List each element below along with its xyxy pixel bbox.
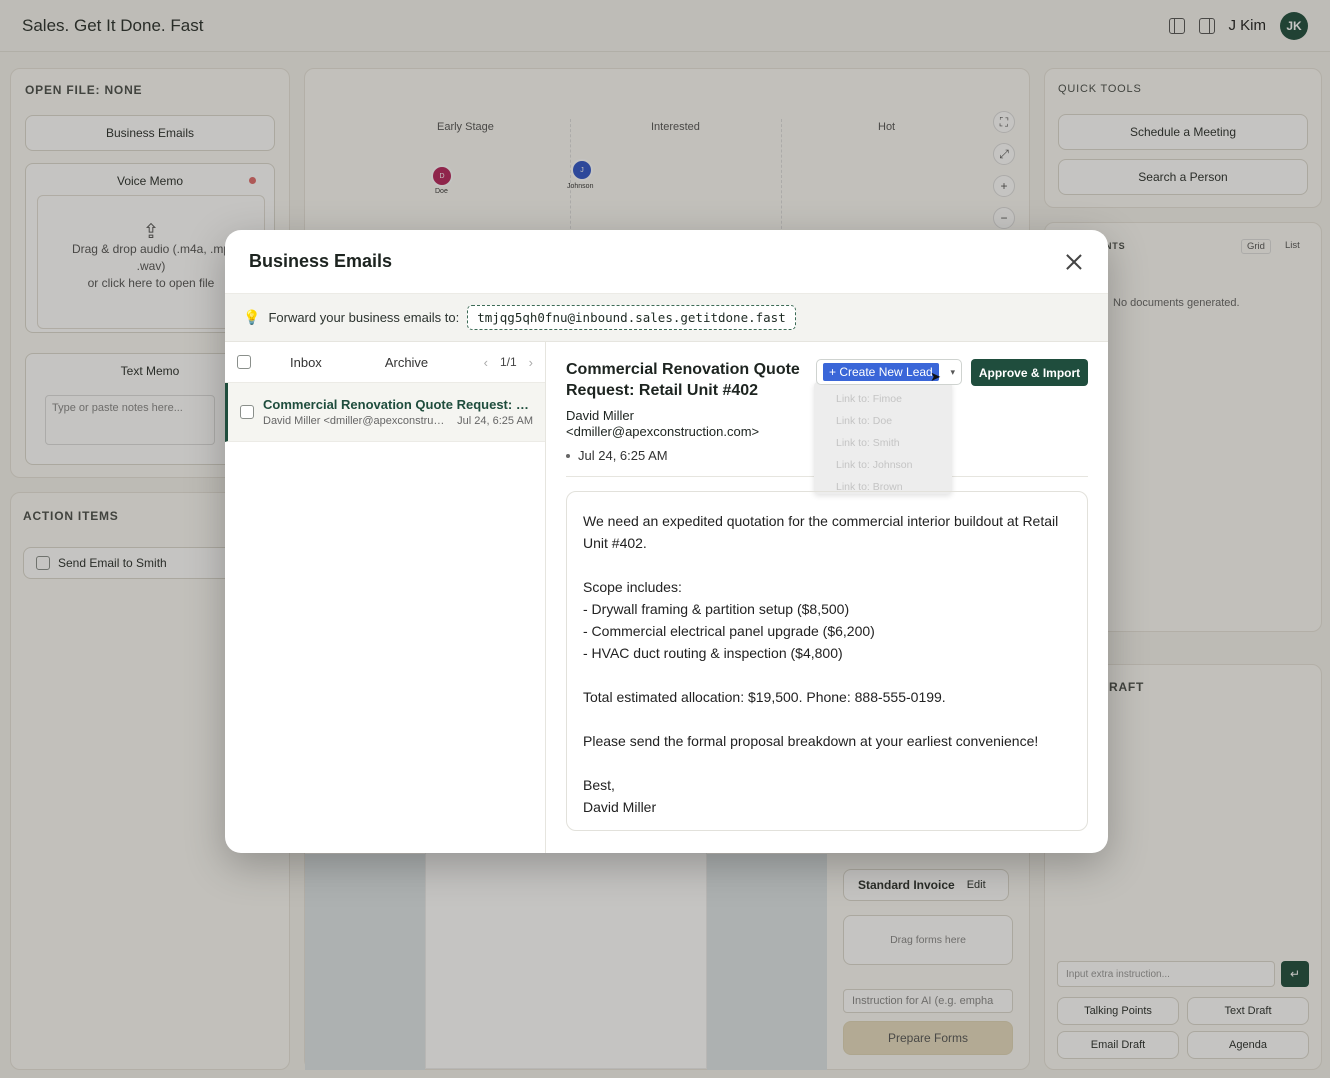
email-checkbox[interactable] (240, 405, 254, 419)
lightbulb-icon: 💡 (243, 309, 261, 325)
lead-dropdown-menu: Link to: Fimoe Link to: Doe Link to: Smi… (814, 382, 952, 494)
mouse-cursor-icon: ➤ (930, 369, 941, 384)
lead-option[interactable]: Link to: Johnson (836, 454, 952, 476)
bullet-icon (566, 453, 570, 458)
detail-date: Jul 24, 6:25 AM (566, 448, 668, 463)
lead-selected-option[interactable]: + Create New Lead (823, 363, 939, 381)
sender-name: David Miller (566, 408, 634, 423)
list-item[interactable]: Commercial Renovation Quote Request: Ret… (225, 383, 545, 442)
email-from: David Miller <dmiller@apexconstruction.c… (263, 415, 445, 427)
chevron-left-icon[interactable]: ‹ (484, 355, 488, 370)
email-list-pane: Inbox Archive ‹ 1/1 › Commercial Renovat… (225, 342, 546, 853)
page-indicator: 1/1 (499, 355, 517, 369)
pager: ‹ 1/1 › (484, 355, 533, 370)
email-date: Jul 24, 6:25 AM (457, 415, 533, 427)
approve-import-button[interactable]: Approve & Import (971, 359, 1088, 386)
modal-title: Business Emails (249, 251, 393, 271)
detail-sender: David Miller <dmiller@apexconstruction.c… (566, 408, 806, 440)
lead-option[interactable]: Link to: Doe (836, 410, 952, 432)
sender-email: <dmiller@apexconstruction.com> (566, 424, 760, 439)
forward-info-bar: 💡 Forward your business emails to: tmjqg… (225, 294, 1108, 342)
email-subject: Commercial Renovation Quote Request: Ret… (263, 397, 533, 412)
forward-label: Forward your business emails to: (268, 310, 460, 325)
select-all-checkbox[interactable] (237, 355, 251, 369)
tab-inbox[interactable]: Inbox (290, 355, 322, 370)
detail-date-text: Jul 24, 6:25 AM (578, 448, 668, 463)
lead-option[interactable]: Link to: Smith (836, 432, 952, 454)
email-body: We need an expedited quotation for the c… (566, 491, 1088, 831)
forward-address[interactable]: tmjqg5qh0fnu@inbound.sales.getitdone.fas… (467, 305, 796, 330)
tab-archive[interactable]: Archive (385, 355, 428, 370)
detail-subject: Commercial Renovation Quote Request: Ret… (566, 361, 800, 399)
chevron-right-icon[interactable]: › (529, 355, 533, 370)
list-header: Inbox Archive ‹ 1/1 › (225, 342, 545, 383)
modal-header: Business Emails (225, 230, 1108, 294)
close-icon[interactable] (1064, 252, 1084, 272)
email-detail-pane: Commercial Renovation Quote Request: Ret… (546, 342, 1108, 853)
lead-option[interactable]: Link to: Fimoe (836, 388, 952, 410)
business-emails-modal: Business Emails 💡 Forward your business … (225, 230, 1108, 853)
chevron-down-icon[interactable]: ▾ (950, 367, 955, 378)
